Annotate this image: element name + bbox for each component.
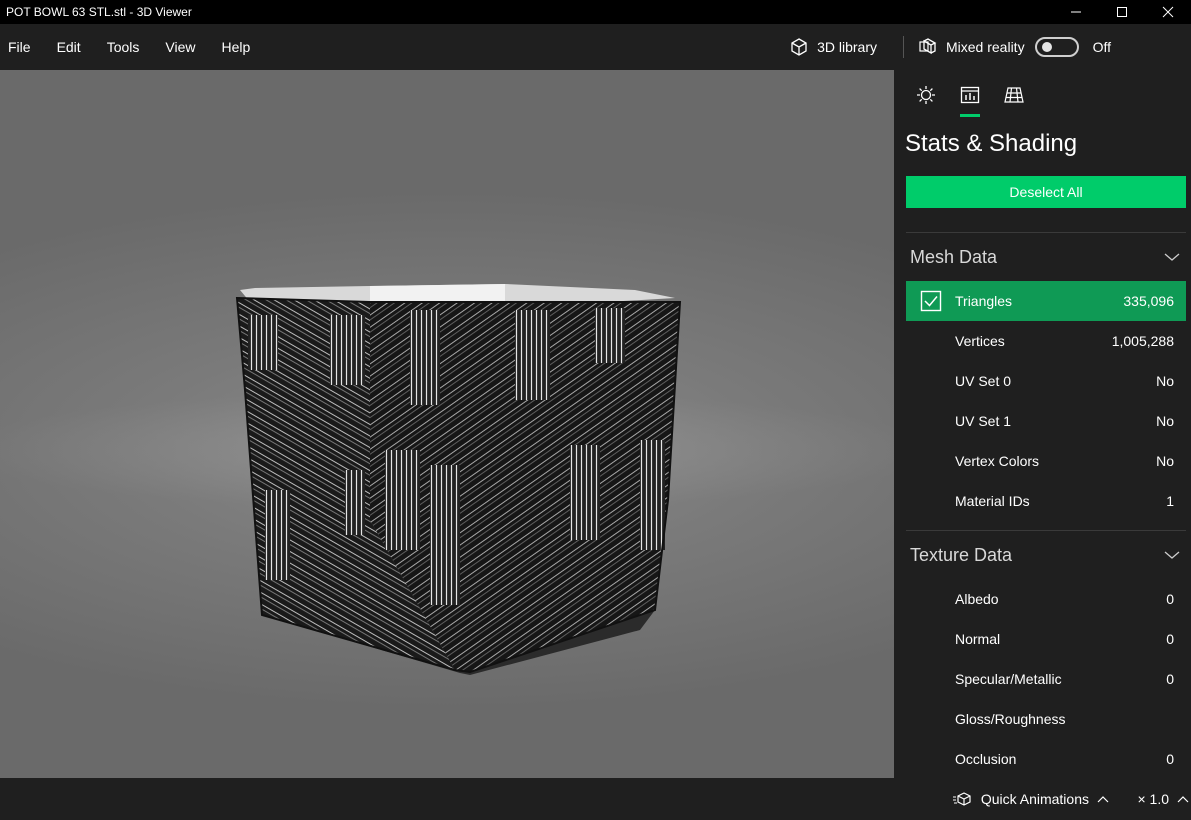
stat-row-specular-metallic[interactable]: Specular/Metallic 0 [906,659,1186,699]
stat-row-albedo[interactable]: Albedo 0 [906,579,1186,619]
stat-value: 1,005,288 [1111,333,1174,349]
animation-speed-label: × 1.0 [1137,791,1169,807]
animation-cube-icon [952,792,971,806]
menu-file[interactable]: File [0,39,57,55]
stat-name: Gloss/Roughness [955,711,1066,727]
maximize-icon [1117,7,1127,17]
stat-row-occlusion[interactable]: Occlusion 0 [906,739,1186,778]
stat-name: Normal [955,631,1001,647]
stat-name: UV Set 1 [955,413,1012,429]
stat-value: No [1156,413,1174,429]
stat-row-gloss-roughness[interactable]: Gloss/Roughness [906,699,1186,739]
stat-row-uv-set-1[interactable]: UV Set 1 No [906,401,1186,441]
menu-view[interactable]: View [165,39,221,55]
sun-icon [917,86,935,104]
texture-data-header[interactable]: Texture Data [906,531,1186,579]
stat-row-vertex-colors[interactable]: Vertex Colors No [906,441,1186,481]
mixed-reality-label: Mixed reality [945,39,1025,55]
mesh-data-header[interactable]: Mesh Data [906,233,1186,281]
stat-row-vertices[interactable]: Vertices 1,005,288 [906,321,1186,361]
toolbar-divider [902,36,904,58]
pot-bowl-model[interactable] [0,70,894,778]
stat-value: 1 [1166,493,1174,509]
stat-value: 0 [1166,751,1174,767]
stat-value: No [1156,373,1174,389]
chevron-up-icon [1097,796,1109,803]
close-button[interactable] [1145,0,1191,24]
3d-library-button[interactable]: 3D library [789,37,877,57]
stat-row-triangles[interactable]: Triangles 335,096 [906,281,1186,321]
tab-grid[interactable] [992,73,1036,117]
stat-row-material-ids[interactable]: Material IDs 1 [906,481,1186,521]
triangles-checkbox[interactable] [906,290,955,312]
mixed-reality-icon [919,38,937,55]
chevron-down-icon [1164,551,1180,559]
panel-tabs [894,70,1191,120]
window-title: POT BOWL 63 STL.stl - 3D Viewer [6,5,192,19]
grid-icon [1004,87,1024,103]
stat-name: Vertices [955,333,1005,349]
stat-row-normal[interactable]: Normal 0 [906,619,1186,659]
stat-name: Vertex Colors [955,453,1040,469]
menu-edit[interactable]: Edit [57,39,107,55]
stat-name: Albedo [955,591,999,607]
texture-data-title: Texture Data [910,544,1013,565]
panel-title: Stats & Shading [905,130,1078,157]
deselect-all-button[interactable]: Deselect All [906,176,1186,208]
stat-name: Occlusion [955,751,1017,767]
mixed-reality-toggle[interactable] [1034,37,1079,57]
cube-icon [791,38,807,56]
status-bar: Quick Animations × 1.0 [0,778,1191,820]
stat-row-uv-set-0[interactable]: UV Set 0 No [906,361,1186,401]
stat-name: Specular/Metallic [955,671,1062,687]
stat-name: Material IDs [955,493,1030,509]
maximize-button[interactable] [1099,0,1145,24]
3d-library-label: 3D library [817,39,877,55]
stat-value: 0 [1166,631,1174,647]
mixed-reality-state: Off [1092,39,1111,55]
menu-bar: File Edit Tools View Help 3D library Mix… [0,24,1191,70]
stat-name: UV Set 0 [955,373,1012,389]
stat-value: 0 [1166,591,1174,607]
stat-value: No [1156,453,1174,469]
menu-tools[interactable]: Tools [107,39,166,55]
mesh-data-section: Mesh Data Triangles 335,096 Vertices 1,0… [906,232,1186,521]
close-icon [1162,6,1174,18]
minimize-button[interactable] [1053,0,1099,24]
tab-lighting[interactable] [904,73,948,117]
chevron-down-icon [1164,253,1180,261]
menu-help[interactable]: Help [221,39,268,55]
mixed-reality-button[interactable]: Mixed reality [918,37,1025,57]
mesh-data-title: Mesh Data [910,246,998,267]
stat-value: 0 [1166,671,1174,687]
title-bar: POT BOWL 63 STL.stl - 3D Viewer [0,0,1191,24]
stat-value: 335,096 [1123,293,1174,309]
quick-animations-label: Quick Animations [980,791,1089,807]
texture-data-section: Texture Data Albedo 0 Normal 0 Specular/… [906,530,1186,778]
chevron-up-icon [1177,796,1189,803]
stats-chart-icon [960,86,980,104]
quick-animations-button[interactable]: Quick Animations [952,778,1117,820]
toggle-knob [1041,42,1052,52]
3d-viewport[interactable] [0,70,894,778]
stats-panel: Stats & Shading Deselect All Mesh Data T… [894,70,1191,778]
checkbox-checked-icon [920,290,941,312]
minimize-icon [1071,11,1081,13]
tab-stats[interactable] [948,73,992,117]
animation-speed-button[interactable]: × 1.0 [1137,778,1189,820]
stat-name: Triangles [955,293,1013,309]
